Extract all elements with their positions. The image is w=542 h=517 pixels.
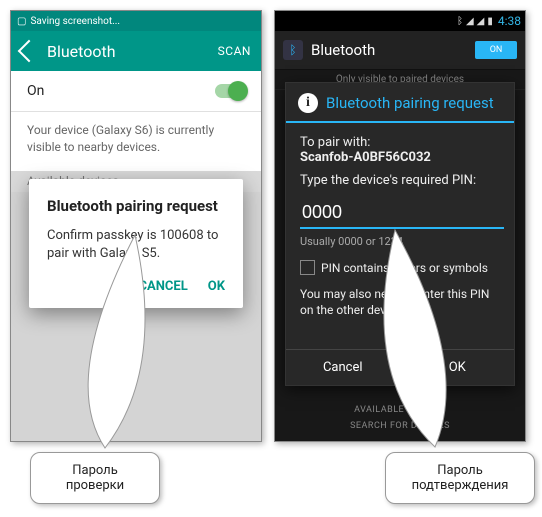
clock: 4:38 [498,14,521,28]
wifi-icon: ◢ [466,16,474,27]
pair-label: To pair with: [300,135,370,150]
ok-button[interactable]: OK [208,279,225,294]
signal-icon: ◢ [477,16,485,27]
back-icon[interactable] [18,40,41,63]
appbar-title: Bluetooth [47,42,208,61]
dialog-title: Bluetooth pairing request [47,197,225,215]
callout-pointer-right [380,225,480,465]
pin-prompt: Type the device's required PIN: [300,173,500,188]
status-bar: ▢ Saving screenshot... [11,11,261,31]
bluetooth-toggle-row[interactable]: On [11,71,261,112]
callout-pointer-left [70,230,170,470]
pair-device: Scanfob-A0BF56C032 [300,150,431,165]
scan-button[interactable]: SCAN [218,44,251,58]
bt-on-toggle[interactable]: ON [475,41,517,59]
battery-icon: ▮ [487,16,493,27]
callout-right: Пароль подтверждения [385,452,535,504]
visibility-text: Your device (Galaxy S6) is currently vis… [11,112,261,166]
appbar-title: Bluetooth [311,41,467,59]
bt-label: On [27,83,44,99]
bluetooth-logo-icon: ᛒ [283,40,303,60]
status-bar: ᛒ ◢ ◢ ▮ 4:38 [275,11,525,31]
app-bar: ᛒ Bluetooth ON [275,31,525,70]
dialog-title: Bluetooth pairing request [326,94,494,112]
callout-left: Пароль проверки [30,452,160,504]
info-icon: i [298,93,318,113]
bt-switch[interactable] [215,84,245,98]
checkbox-icon[interactable] [300,260,315,275]
save-icon: ▢ [17,16,26,27]
status-text: Saving screenshot... [30,16,120,27]
bluetooth-icon: ᛒ [457,16,463,27]
app-bar: Bluetooth SCAN [11,31,261,71]
